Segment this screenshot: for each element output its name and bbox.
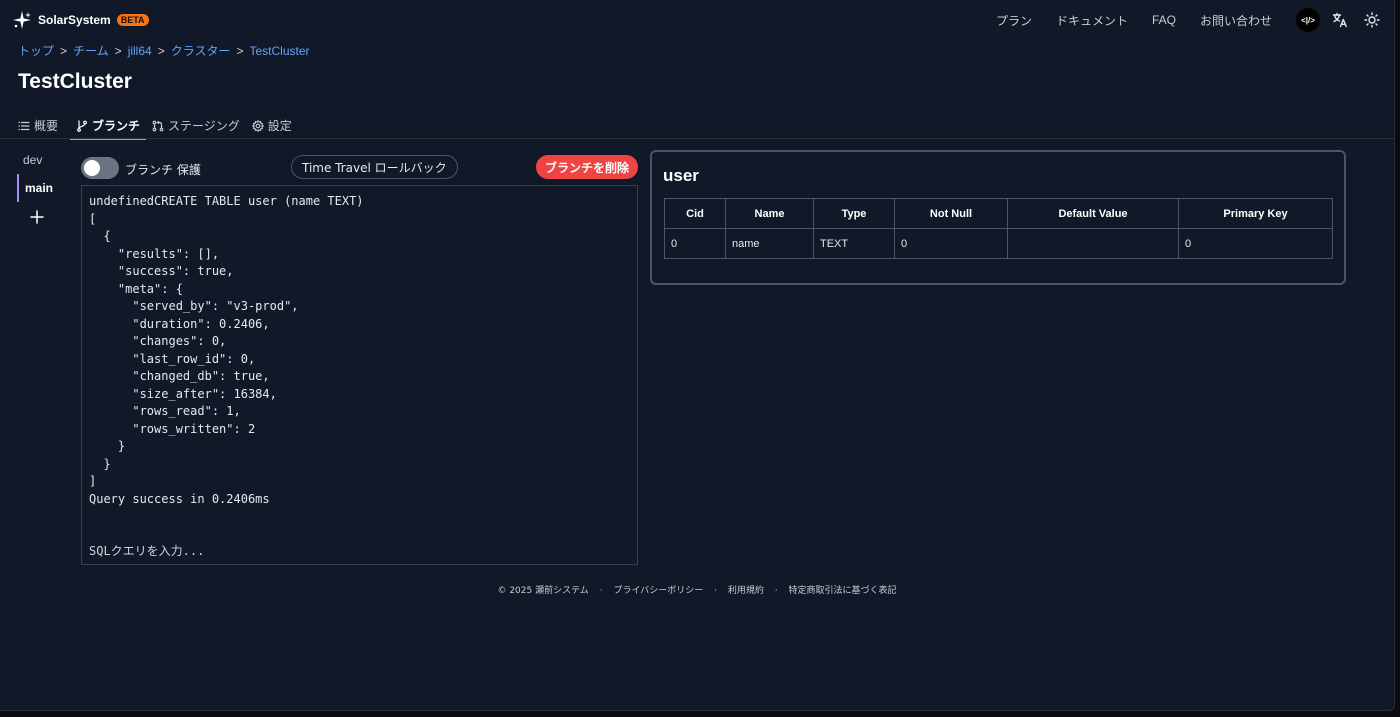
add-branch-button[interactable] — [17, 204, 57, 232]
sparkle-logo-icon — [12, 10, 32, 30]
top-nav: プラン ドキュメント FAQ お問い合わせ <|/> — [996, 0, 1394, 40]
breadcrumb-separator: > — [60, 43, 68, 58]
breadcrumb-separator: > — [114, 43, 122, 58]
sql-console: undefinedCREATE TABLE user (name TEXT) [… — [81, 185, 638, 565]
sql-query-input[interactable] — [86, 542, 632, 560]
table-schema-card: user Cid Name Type Not Null Default Valu… — [650, 150, 1346, 285]
branch-sidebar: dev main — [17, 146, 57, 232]
footer-link-terms[interactable]: 利用規約 — [728, 586, 764, 596]
breadcrumb-clusters[interactable]: クラスター — [171, 42, 231, 59]
brand[interactable]: SolarSystem BETA — [12, 10, 149, 30]
tab-label: ブランチ — [92, 119, 141, 133]
nav-link-plan[interactable]: プラン — [996, 12, 1032, 29]
table-cell: 0 — [1178, 228, 1333, 259]
schema-table: Cid Name Type Not Null Default Value Pri… — [664, 198, 1333, 259]
tab-divider — [0, 138, 1394, 139]
footer-link-commerce[interactable]: 特定商取引法に基づく表記 — [789, 586, 897, 596]
column-header: Primary Key — [1178, 198, 1333, 229]
top-bar: SolarSystem BETA プラン ドキュメント FAQ お問い合わせ <… — [0, 0, 1394, 40]
nav-link-contact[interactable]: お問い合わせ — [1200, 12, 1272, 29]
tab-staging[interactable]: ステージング — [152, 113, 246, 138]
tab-overview[interactable]: 概要 — [18, 113, 64, 138]
beta-badge: BETA — [116, 14, 149, 26]
breadcrumb-top[interactable]: トップ — [18, 42, 54, 59]
tab-label: 設定 — [267, 119, 292, 133]
breadcrumb-separator: > — [236, 43, 244, 58]
footer-copyright: © 2025 瀬前システム — [497, 586, 589, 596]
breadcrumb-separator: > — [157, 43, 165, 58]
table-cell: 0 — [894, 228, 1008, 259]
table-cell: name — [725, 228, 814, 259]
breadcrumb-team[interactable]: チーム — [73, 42, 109, 59]
table-row: 0 name TEXT 0 0 — [664, 228, 1333, 259]
nav-link-docs[interactable]: ドキュメント — [1056, 12, 1128, 29]
schema-header-row: Cid Name Type Not Null Default Value Pri… — [664, 198, 1333, 229]
footer-separator: · — [774, 586, 778, 596]
tab-branches[interactable]: ブランチ — [70, 113, 147, 140]
console-output: undefinedCREATE TABLE user (name TEXT) [… — [89, 194, 364, 506]
breadcrumb: トップ > チーム > jill64 > クラスター > TestCluster — [18, 42, 310, 59]
code-badge[interactable]: <|/> — [1296, 8, 1320, 32]
table-cell — [1007, 228, 1179, 259]
footer: © 2025 瀬前システム · プライバシーポリシー · 利用規約 · 特定商取… — [0, 583, 1394, 596]
delete-branch-button[interactable]: ブランチを削除 — [535, 155, 638, 179]
tab-label: 概要 — [34, 119, 59, 133]
list-icon — [18, 120, 30, 132]
column-header: Default Value — [1007, 198, 1179, 229]
breadcrumb-user[interactable]: jill64 — [128, 44, 152, 58]
breadcrumb-current[interactable]: TestCluster — [250, 44, 310, 58]
tab-label: ステージング — [168, 119, 240, 133]
table-cell: 0 — [664, 228, 726, 259]
branch-item-dev[interactable]: dev — [17, 146, 57, 174]
column-header: Name — [725, 198, 814, 229]
translate-icon[interactable] — [1330, 10, 1350, 30]
nav-link-faq[interactable]: FAQ — [1152, 13, 1176, 27]
branch-protect-toggle[interactable] — [81, 157, 119, 179]
schema-table-name: user — [663, 166, 699, 185]
column-header: Type — [813, 198, 895, 229]
page-title: TestCluster — [18, 70, 132, 93]
gear-icon — [251, 119, 264, 132]
toggle-knob — [84, 160, 100, 176]
brand-name: SolarSystem — [38, 13, 111, 27]
plus-icon — [30, 209, 44, 228]
branch-item-main[interactable]: main — [17, 174, 57, 202]
tab-settings[interactable]: 設定 — [251, 113, 298, 138]
branch-protect-label: ブランチ 保護 — [125, 163, 201, 177]
git-pull-request-icon — [152, 120, 164, 132]
time-travel-rollback-button[interactable]: Time Travel ロールバック — [291, 155, 458, 179]
app-window: SolarSystem BETA プラン ドキュメント FAQ お問い合わせ <… — [0, 0, 1395, 711]
column-header: Not Null — [894, 198, 1008, 229]
branch-controls: ブランチ 保護 Time Travel ロールバック ブランチを削除 — [81, 155, 638, 181]
footer-link-privacy[interactable]: プライバシーポリシー — [613, 586, 703, 596]
column-header: Cid — [664, 198, 726, 229]
footer-separator: · — [714, 586, 718, 596]
git-branch-icon — [76, 119, 88, 132]
sun-icon[interactable] — [1362, 10, 1382, 30]
table-cell: TEXT — [813, 228, 895, 259]
footer-separator: · — [599, 586, 603, 596]
tab-bar: 概要 ブランチ ステージング 設定 — [18, 113, 304, 140]
